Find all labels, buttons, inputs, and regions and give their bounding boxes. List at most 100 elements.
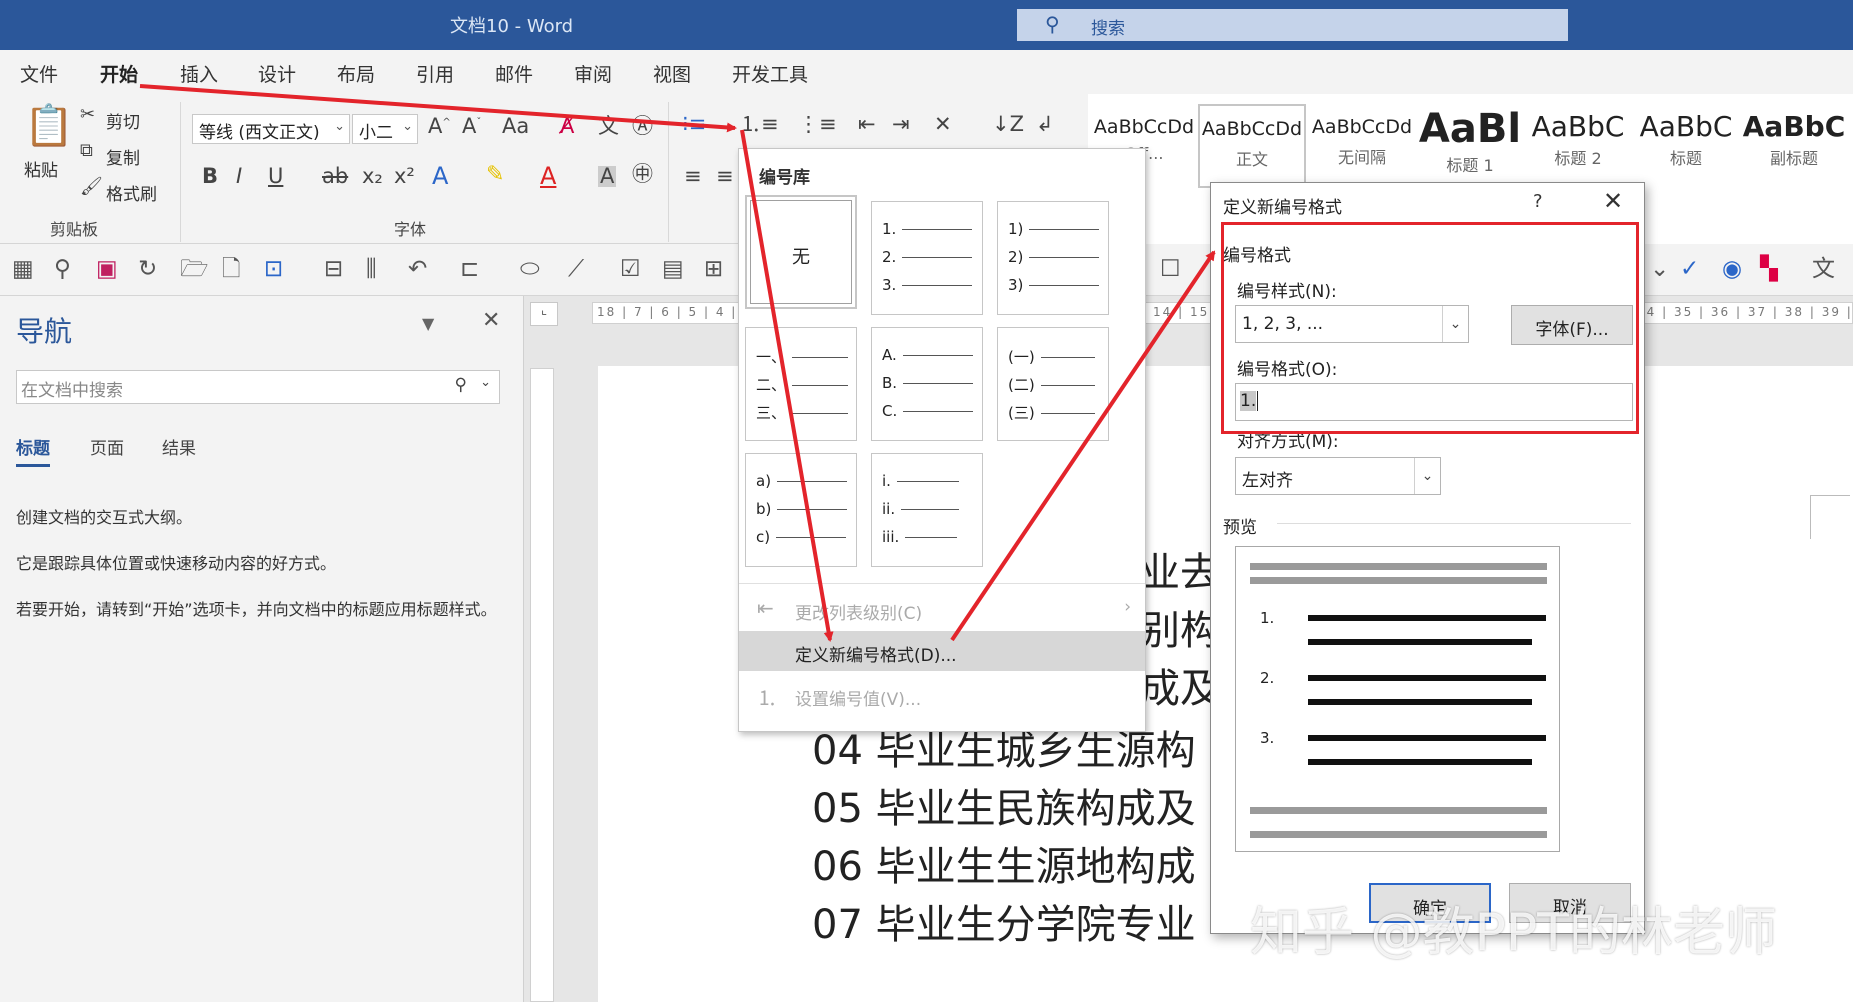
bold-icon[interactable]: B (202, 166, 218, 187)
highlight-icon[interactable]: ✎ (486, 164, 504, 186)
character-border-icon[interactable]: Ⓐ (632, 116, 653, 137)
strikethrough-icon[interactable]: ab (322, 166, 348, 187)
style-item[interactable]: AaBbC 标题 (1632, 104, 1740, 188)
change-list-level-menu-item[interactable]: ⇤ 更改列表级别(C) › (739, 589, 1145, 629)
numbering-icon[interactable]: ⒈≡ (740, 114, 779, 135)
camera-icon[interactable]: ⊞ (704, 258, 723, 281)
close-icon[interactable]: ✕ (482, 308, 500, 333)
nav-tab-results[interactable]: 结果 (162, 434, 196, 459)
align-objects-icon[interactable]: ⊟ (324, 258, 343, 281)
paste-button[interactable]: 粘贴 (24, 156, 58, 181)
style-item-selected[interactable]: AaBbCcDd 正文 (1198, 104, 1306, 188)
text-effects-icon[interactable]: A (432, 164, 448, 188)
text-box-icon[interactable]: ⊡ (264, 258, 283, 281)
align-center-icon[interactable]: ≡ (716, 166, 734, 187)
phonetic-guide-icon[interactable]: 文 (598, 116, 619, 137)
tab-home[interactable]: 开始 (100, 60, 139, 97)
character-shading-icon[interactable]: A (598, 166, 617, 187)
cut-button[interactable]: 剪切 (106, 108, 140, 133)
sort-icon[interactable]: ↓Z (992, 114, 1024, 135)
grow-font-icon[interactable]: A^ (428, 116, 451, 137)
numbering-format-lower-roman[interactable]: i. ii. iii. (871, 453, 983, 567)
paragraph-mark-icon[interactable]: ↲ (1036, 114, 1054, 135)
undo-icon[interactable]: ↶ (408, 258, 427, 281)
distribute-icon[interactable]: ⫼ (366, 258, 377, 281)
vertical-ruler[interactable] (530, 368, 554, 1002)
document-text-line[interactable]: 07 毕业生分学院专业 (812, 892, 1196, 950)
dropdown-icon[interactable]: ⌄ (1650, 258, 1669, 281)
circle-icon[interactable]: ◉ (1722, 258, 1742, 281)
document-text-line[interactable]: 05 毕业生民族构成及 (812, 776, 1196, 834)
numbering-format-arabic-dot[interactable]: 1. 2. 3. (871, 201, 983, 315)
superscript-icon[interactable]: x² (394, 166, 415, 187)
save-icon[interactable]: ▣ (96, 258, 118, 281)
numbering-format-none[interactable]: 无 (745, 195, 857, 309)
tab-selector-icon[interactable]: ⌞ (530, 302, 558, 326)
nav-tab-headings[interactable]: 标题 (16, 434, 50, 467)
edit-shape-icon[interactable]: ⟋ (568, 258, 584, 281)
numbering-format-chinese-paren[interactable]: (一) (二) (三) (997, 327, 1109, 441)
tab-design[interactable]: 设计 (258, 60, 296, 87)
screenshot-icon[interactable]: ▤ (662, 258, 684, 281)
paste-icon[interactable]: 📋 (24, 106, 74, 146)
navigation-search-input[interactable]: 在文档中搜索 ⚲ ⌄ (16, 370, 500, 404)
close-icon[interactable]: ✕ (1603, 187, 1623, 215)
tab-insert[interactable]: 插入 (180, 60, 218, 87)
shapes-icon[interactable]: ⬭ (520, 258, 540, 281)
numbering-format-lower-alpha[interactable]: a) b) c) (745, 453, 857, 567)
chevron-down-icon[interactable]: ⌄ (480, 375, 491, 390)
tab-layout[interactable]: 布局 (337, 60, 375, 87)
multilevel-list-icon[interactable]: ⋮≡ (798, 114, 837, 135)
redo-icon[interactable]: ↻ (138, 258, 157, 281)
document-text-line[interactable]: 业去 (1140, 540, 1220, 598)
style-item[interactable]: AaBbC 标题 2 (1524, 104, 1632, 188)
clear-format-icon[interactable]: A̸ (560, 116, 574, 137)
find-icon[interactable]: ⚲ (54, 258, 71, 281)
document-text-line[interactable]: 成及 (1140, 656, 1220, 714)
search-icon[interactable]: ⚲ (455, 375, 467, 395)
copy-button[interactable]: 复制 (106, 144, 140, 169)
align-left-icon[interactable]: ≡ (684, 166, 702, 187)
spell-check-icon[interactable]: ✓ (1680, 258, 1699, 281)
define-new-number-format-menu-item[interactable]: 定义新编号格式(D)... (739, 631, 1145, 671)
new-document-icon[interactable]: 🗋 (222, 258, 241, 281)
style-item[interactable]: AaBbC 副标题 (1740, 104, 1848, 188)
numbering-format-arabic-paren[interactable]: 1) 2) 3) (997, 201, 1109, 315)
translate-icon[interactable]: 文 (1812, 258, 1835, 281)
tab-view[interactable]: 视图 (653, 60, 691, 87)
bullets-icon[interactable]: ⁝≡ (682, 114, 706, 135)
checkbox-icon[interactable]: ☐ (1160, 258, 1181, 281)
subscript-icon[interactable]: x₂ (362, 166, 383, 187)
help-button[interactable]: ? (1533, 191, 1543, 212)
shrink-font-icon[interactable]: Aˇ (462, 116, 481, 137)
tab-review[interactable]: 审阅 (574, 60, 612, 87)
style-item[interactable]: AaBl 标题 1 (1416, 104, 1524, 188)
pane-options-icon[interactable]: ▼ (422, 314, 434, 333)
underline-icon[interactable]: U (268, 166, 283, 187)
document-text-line[interactable]: 06 毕业生生源地构成 (812, 834, 1196, 892)
nav-tab-pages[interactable]: 页面 (90, 434, 124, 459)
alignment-select[interactable]: 左对齐 ⌄ (1235, 457, 1441, 495)
numbering-format-upper-alpha[interactable]: A. B. C. (871, 327, 983, 441)
check-icon[interactable]: ☑ (620, 258, 641, 281)
chinese-layout-icon[interactable]: ✕ (934, 114, 952, 135)
align-icon[interactable]: ⊏ (460, 258, 479, 281)
open-folder-icon[interactable]: 🗁 (180, 258, 209, 281)
tab-references[interactable]: 引用 (416, 60, 454, 87)
tab-developer[interactable]: 开发工具 (732, 60, 808, 87)
font-size-combo[interactable]: 小二 ⌄ (352, 114, 418, 144)
change-case-icon[interactable]: Aa (502, 116, 529, 137)
font-color-icon[interactable]: A (540, 164, 556, 188)
set-numbering-value-menu-item[interactable]: ⒈ 设置编号值(V)... (739, 675, 1145, 715)
tab-file[interactable]: 文件 (20, 60, 58, 87)
table-icon[interactable]: ▦ (12, 258, 34, 281)
color-grid-icon[interactable]: ▚ (1760, 258, 1778, 281)
italic-icon[interactable]: I (236, 166, 242, 187)
format-painter-button[interactable]: 格式刷 (106, 180, 157, 205)
enclose-characters-icon[interactable]: ㊥ (632, 164, 653, 185)
numbering-format-chinese[interactable]: 一、 二、 三、 (745, 327, 857, 441)
increase-indent-icon[interactable]: ⇥ (892, 114, 910, 135)
tab-mailings[interactable]: 邮件 (495, 60, 533, 87)
style-item[interactable]: AaBbCcDd 无间隔 (1308, 104, 1416, 188)
font-name-combo[interactable]: 等线 (西文正文) ⌄ (192, 114, 350, 144)
